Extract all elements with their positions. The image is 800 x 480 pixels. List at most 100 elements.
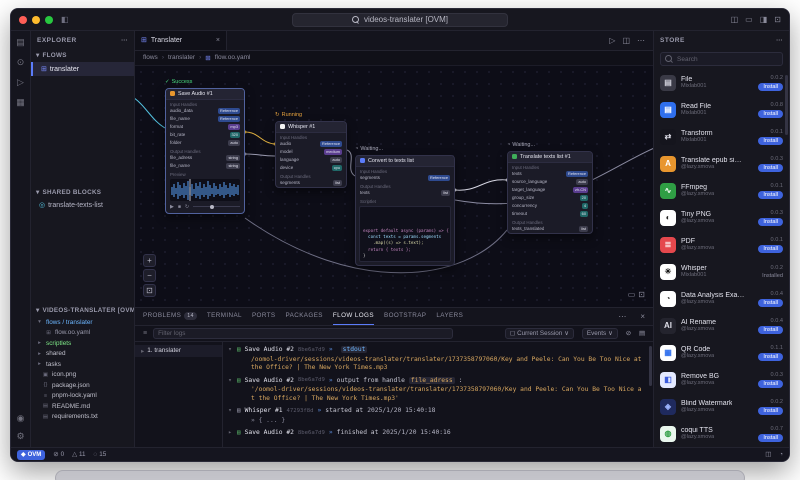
input-handle-row[interactable]: bit_rate 320: [166, 131, 244, 139]
logs-scrollbar[interactable]: [649, 345, 652, 386]
shared-blocks-section-header[interactable]: ▾ SHARED BLOCKS: [31, 186, 134, 199]
account-icon[interactable]: ◉: [17, 413, 25, 423]
log-expand-chevron-icon[interactable]: ▸: [227, 429, 233, 436]
file-tree-item[interactable]: ▸ shared: [31, 349, 134, 360]
sidebar-item-flow[interactable]: ⊞ translater: [31, 62, 134, 76]
output-handle-row[interactable]: file_adress string: [166, 154, 244, 162]
log-entry[interactable]: ▾ ▤ Save Audio #2 8be6a7d9 » output from…: [227, 375, 645, 404]
warnings-count[interactable]: △ 11: [72, 451, 85, 458]
node-whisper-1[interactable]: ↻ Running Whisper #1 Input Handles audio…: [275, 111, 347, 188]
install-button[interactable]: Install: [758, 109, 783, 118]
breadcrumb-flows[interactable]: flows: [143, 54, 158, 61]
output-handle-row[interactable]: file_name string: [166, 162, 244, 170]
file-tree-item[interactable]: {} package.json: [31, 380, 134, 391]
log-entry[interactable]: ▸ ▤ Save Audio #2 8be6a7d9 » finished at…: [227, 428, 645, 438]
zoom-window-button[interactable]: [45, 15, 53, 24]
input-handle-row[interactable]: audio_data Reference: [166, 107, 244, 115]
store-item[interactable]: ✳ Whisper Mixlab001 0.0.2 Installed: [654, 258, 789, 285]
store-item[interactable]: ▦ QR Code @lazy.smova 0.1.1 Install: [654, 339, 789, 366]
close-tab-icon[interactable]: ×: [216, 37, 220, 44]
run-flow-icon[interactable]: ▷: [609, 36, 615, 45]
install-button[interactable]: Install: [758, 190, 783, 199]
install-button[interactable]: Install: [758, 433, 783, 442]
scriptlet-code[interactable]: export default async (params) => { const…: [359, 205, 451, 263]
input-handle-row[interactable]: target_language zh-CN: [508, 186, 592, 194]
input-handle-row[interactable]: timeout 60: [508, 210, 592, 218]
log-expand-chevron-icon[interactable]: ▾: [227, 346, 233, 353]
zoom-out-button[interactable]: −: [143, 268, 156, 282]
close-window-button[interactable]: [19, 15, 27, 24]
log-settings-icon[interactable]: ▤: [639, 330, 645, 337]
panel-tab[interactable]: FLOW LOGS: [332, 308, 374, 325]
install-button[interactable]: Install: [758, 352, 783, 361]
notifications-icon[interactable]: ◔: [779, 451, 783, 458]
input-handle-row[interactable]: file_name Reference: [166, 115, 244, 123]
editor-more-icon[interactable]: ⋯: [637, 36, 645, 45]
input-handle-row[interactable]: language auto: [276, 156, 346, 164]
install-button[interactable]: Install: [758, 325, 783, 334]
clear-logs-icon[interactable]: ⊘: [626, 330, 631, 337]
store-item[interactable]: AI AI Rename @lazy.smova 0.0.4 Install: [654, 312, 789, 339]
ovm-badge[interactable]: ◆ OVM: [17, 449, 46, 460]
store-item[interactable]: ∿ FFmpeg @lazy.smova 0.0.1 Install: [654, 177, 789, 204]
flow-logs-list[interactable]: ▾ ▤ Save Audio #2 8be6a7d9 » stdout /oom…: [223, 342, 653, 447]
install-button[interactable]: Install: [758, 406, 783, 415]
panel-tab[interactable]: LAYERS: [436, 308, 463, 325]
customize-layout-icon[interactable]: ⊡: [774, 15, 781, 24]
toggle-panel-icon[interactable]: ◫: [731, 15, 739, 24]
install-button[interactable]: Install: [758, 379, 783, 388]
output-handle-row[interactable]: texts_translated list: [508, 225, 592, 233]
install-button[interactable]: Install: [758, 298, 783, 307]
log-expand-chevron-icon[interactable]: ▾: [227, 407, 233, 414]
panel-tab[interactable]: PORTS: [252, 308, 276, 325]
panel-tab[interactable]: BOOTSTRAP: [384, 308, 426, 325]
node-translate-texts-list-1[interactable]: ◔ Waiting... Translate texts list #1 Inp…: [507, 141, 593, 234]
input-handle-row[interactable]: segments Reference: [356, 174, 454, 182]
panel-tab[interactable]: TERMINAL: [207, 308, 242, 325]
input-handle-row[interactable]: texts Reference: [508, 170, 592, 178]
panel-tab[interactable]: PACKAGES: [286, 308, 323, 325]
node-save-audio-1[interactable]: ✓ Success Save Audio #1 Input Handles au…: [165, 78, 245, 214]
panel-tab[interactable]: PROBLEMS 14: [143, 308, 197, 325]
blocks-icon[interactable]: ▦: [16, 97, 25, 107]
log-expand-chevron-icon[interactable]: ▾: [227, 377, 233, 384]
input-handle-row[interactable]: format mp3: [166, 123, 244, 131]
log-tree-item[interactable]: ▸ 1. translater: [135, 344, 222, 357]
store-item[interactable]: ◧ Remove BG @lazy.smova 0.0.3 Install: [654, 366, 789, 393]
flows-section-header[interactable]: ▾ FLOWS: [31, 49, 134, 62]
panel-close-icon[interactable]: ×: [640, 312, 645, 321]
zoom-fit-button[interactable]: ⊡: [143, 283, 156, 297]
input-handle-row[interactable]: audio Reference: [276, 140, 346, 148]
install-button[interactable]: Install: [758, 136, 783, 145]
store-item[interactable]: ⇄ Transform Mixlab001 0.0.1 Install: [654, 123, 789, 150]
input-handle-row[interactable]: model medium: [276, 148, 346, 156]
file-tree-item[interactable]: ▾ flows / translater: [31, 317, 134, 328]
log-entry[interactable]: ▾ ▤ Whisper #1 47293f8d » started at 202…: [227, 406, 645, 426]
sidebar-toggle-icon[interactable]: ◧: [61, 15, 69, 24]
minimap-toggle-icon[interactable]: ▭: [628, 290, 636, 299]
toggle-sidebar-icon[interactable]: ◨: [760, 15, 768, 24]
file-tree-item[interactable]: ⊞ flow.oo.yaml: [31, 328, 134, 339]
output-handle-row[interactable]: texts list: [356, 189, 454, 197]
hints-count[interactable]: ◌ 15: [93, 451, 106, 458]
file-tree-item[interactable]: ≡ pnpm-lock.yaml: [31, 391, 134, 402]
split-editor-icon[interactable]: ◫: [622, 36, 630, 45]
settings-icon[interactable]: ⚙: [16, 431, 24, 441]
flow-canvas[interactable]: ✓ Success Save Audio #1 Input Handles au…: [135, 65, 653, 308]
sidebar-item-shared-block[interactable]: ◎ translate-texts-list: [31, 199, 134, 211]
file-tree-item[interactable]: ▸ scriptlets: [31, 338, 134, 349]
file-tree-item[interactable]: ▸ tasks: [31, 359, 134, 370]
toggle-bottombar-icon[interactable]: ▭: [745, 15, 753, 24]
layout-status-icon[interactable]: ◫: [765, 451, 771, 458]
store-item[interactable]: ◈ Blind Watermark @lazy.smova 0.0.2 Inst…: [654, 393, 789, 420]
store-item[interactable]: ≣ PDF @lazy.smova 0.0.1 Install: [654, 231, 789, 258]
filter-logs-input[interactable]: [153, 327, 454, 339]
search-icon[interactable]: ⊙: [17, 57, 25, 67]
stop-icon[interactable]: ■: [178, 204, 181, 210]
play-icon[interactable]: ▶: [170, 204, 174, 210]
command-center[interactable]: videos-translater [OVM]: [292, 12, 508, 27]
input-handle-row[interactable]: folder auto: [166, 139, 244, 147]
install-button[interactable]: Install: [758, 244, 783, 253]
session-dropdown[interactable]: ◻ Current Session ∨: [504, 327, 574, 339]
input-handle-row[interactable]: device cpu: [276, 164, 346, 172]
